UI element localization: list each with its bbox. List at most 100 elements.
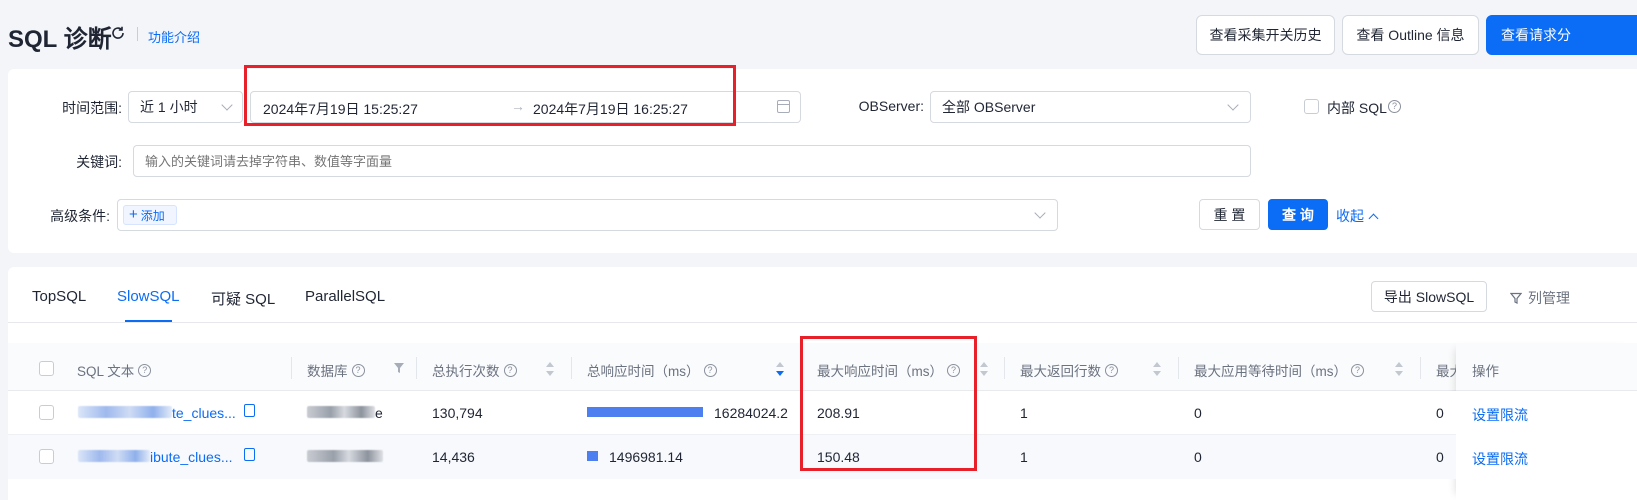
col-header-sql-text[interactable]: SQL 文本? (77, 360, 152, 380)
chevron-down-icon (1227, 99, 1239, 111)
time-range-label: 时间范围: (62, 100, 122, 116)
tab-slowsql[interactable]: SlowSQL (117, 288, 180, 305)
col-header-sql-text-label: SQL 文本 (77, 364, 135, 379)
col-header-max-rows-label: 最大返回行数 (1020, 364, 1101, 379)
advanced-label: 高级条件: (50, 208, 110, 224)
internal-sql-label: 内部 SQL (1327, 100, 1387, 116)
time-range-select[interactable]: 近 1 小时 (128, 91, 243, 123)
sort-icon[interactable] (546, 362, 554, 378)
redacted-sql-text (78, 450, 150, 462)
help-icon: ? (703, 363, 717, 377)
help-icon: ? (1388, 100, 1401, 113)
add-condition-tag[interactable]: + 添加 (123, 205, 177, 225)
max-rows-value: 1 (1020, 449, 1028, 465)
col-header-ops-label: 操作 (1472, 364, 1499, 379)
reset-button[interactable]: 重 置 (1199, 199, 1260, 230)
collect-history-button[interactable]: 查看采集开关历史 (1196, 15, 1335, 55)
col-header-total-exec-label: 总执行次数 (432, 364, 500, 379)
sort-icon[interactable] (1153, 362, 1161, 378)
max-rows-value: 1 (1020, 405, 1028, 421)
column-divider (1004, 357, 1005, 379)
column-divider (1178, 357, 1179, 379)
total-resp-value: 1496981.14 (609, 449, 683, 465)
column-filter-icon[interactable] (394, 363, 404, 373)
tab-suspicious-sql[interactable]: 可疑 SQL (211, 288, 275, 309)
col-header-total-resp[interactable]: 总响应时间（ms）? (587, 360, 717, 380)
redacted-database (307, 450, 383, 462)
observer-select[interactable]: 全部 OBServer (930, 91, 1251, 123)
set-throttle-link[interactable]: 设置限流 (1472, 449, 1528, 469)
more-value: 0 (1436, 449, 1444, 465)
export-slowsql-button[interactable]: 导出 SlowSQL (1371, 281, 1487, 312)
column-divider (291, 357, 292, 379)
col-header-max-wait[interactable]: 最大应用等待时间（ms）? (1194, 360, 1364, 380)
sort-icon[interactable] (980, 362, 988, 378)
time-range-value: 近 1 小时 (140, 99, 198, 115)
column-divider (571, 357, 572, 379)
col-header-database-label: 数据库 (307, 364, 348, 379)
plus-icon: + (129, 206, 138, 223)
row-checkbox[interactable] (39, 405, 54, 420)
column-divider (416, 357, 417, 379)
max-resp-highlight (800, 336, 977, 471)
sort-icon[interactable] (1395, 362, 1403, 378)
max-wait-value: 0 (1194, 405, 1202, 421)
col-header-database[interactable]: 数据库? (307, 360, 365, 380)
tab-parallelsql[interactable]: ParallelSQL (305, 288, 385, 305)
set-throttle-link[interactable]: 设置限流 (1472, 405, 1528, 425)
internal-sql-checkbox[interactable] (1304, 99, 1319, 114)
feature-intro-link[interactable]: 功能介绍 (148, 27, 200, 46)
total-resp-bar (587, 451, 598, 461)
observer-label: OBServer: (858, 98, 924, 114)
col-header-ops: 操作 (1472, 360, 1499, 380)
filter-icon (1510, 292, 1522, 304)
redacted-database (307, 406, 375, 418)
tabs-divider (8, 322, 1637, 323)
page-title: SQL 诊断 (8, 26, 112, 53)
date-range-highlight (244, 65, 736, 126)
help-icon: ? (1105, 363, 1118, 377)
redacted-sql-text (78, 406, 172, 418)
collapse-link[interactable]: 收起 (1336, 206, 1379, 226)
col-header-max-wait-label: 最大应用等待时间（ms） (1194, 364, 1347, 379)
col-header-total-resp-label: 总响应时间（ms） (587, 364, 700, 379)
request-analysis-button[interactable]: 查看请求分 (1486, 15, 1637, 55)
add-label: 添加 (140, 208, 165, 223)
chevron-up-icon (1368, 213, 1379, 223)
col-header-max-rows[interactable]: 最大返回行数? (1020, 360, 1118, 380)
tab-topsql[interactable]: TopSQL (32, 288, 86, 305)
header-divider (137, 27, 138, 41)
select-all-checkbox[interactable] (39, 361, 54, 376)
help-icon: ? (351, 363, 365, 377)
refresh-icon[interactable] (110, 25, 126, 41)
col-header-total-exec[interactable]: 总执行次数? (432, 360, 517, 380)
keyword-label: 关键词: (76, 154, 122, 170)
total-resp-bar (587, 407, 703, 417)
keyword-input[interactable] (133, 145, 1251, 177)
sql-text-link[interactable]: ibute_clues... (150, 449, 233, 465)
database-value: e (375, 405, 383, 421)
copy-icon[interactable] (244, 448, 255, 461)
column-manage-label: 列管理 (1528, 290, 1570, 306)
total-exec-value: 14,436 (432, 449, 475, 465)
query-button[interactable]: 查 询 (1268, 199, 1328, 230)
advanced-condition-select[interactable]: + 添加 (117, 199, 1058, 231)
chevron-down-icon (221, 99, 233, 111)
help-icon: ? (1351, 363, 1364, 377)
observer-value: 全部 OBServer (942, 99, 1036, 115)
collapse-label: 收起 (1336, 208, 1364, 224)
copy-icon[interactable] (244, 404, 255, 417)
help-icon: ? (503, 363, 517, 377)
help-icon: ? (138, 363, 152, 377)
max-wait-value: 0 (1194, 449, 1202, 465)
column-divider (1420, 357, 1421, 379)
row-checkbox[interactable] (39, 449, 54, 464)
column-manage-button[interactable]: 列管理 (1510, 288, 1570, 308)
sort-desc-icon[interactable] (776, 362, 784, 378)
total-resp-value: 16284024.2 (714, 405, 788, 421)
more-value: 0 (1436, 405, 1444, 421)
total-exec-value: 130,794 (432, 405, 483, 421)
outline-info-button[interactable]: 查看 Outline 信息 (1342, 15, 1479, 55)
calendar-icon (777, 100, 790, 113)
sql-text-link[interactable]: te_clues... (172, 405, 236, 421)
